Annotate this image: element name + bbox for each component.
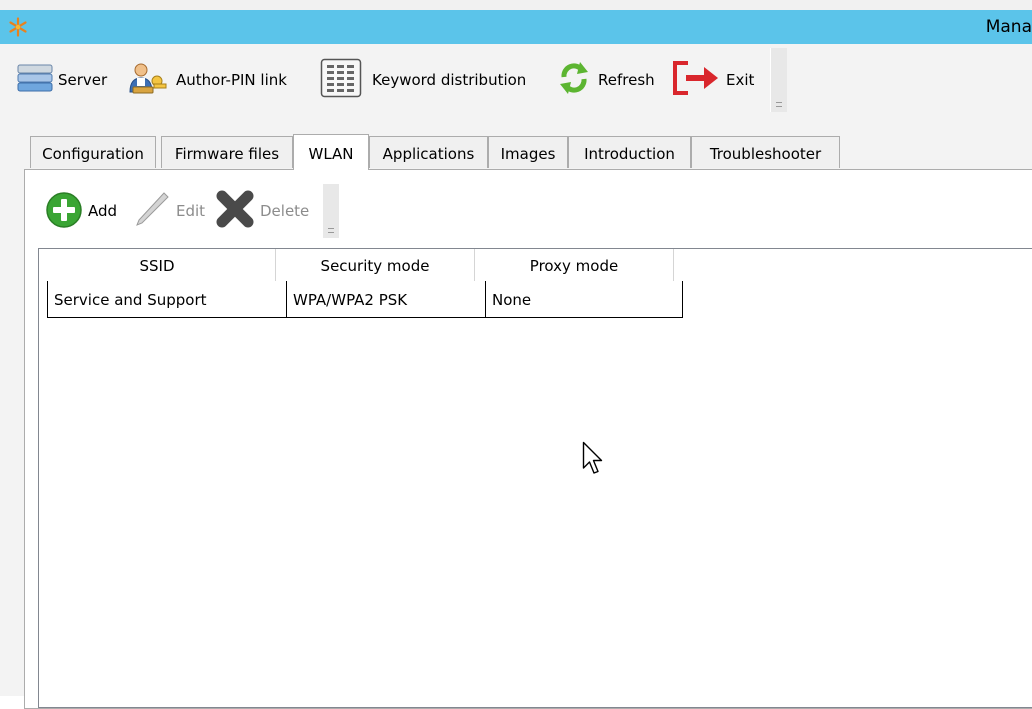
tab-introduction[interactable]: Introduction: [568, 136, 691, 168]
edit-label: Edit: [176, 202, 206, 220]
keyword-distribution-label: Keyword distribution: [372, 71, 527, 89]
delete-button[interactable]: Delete: [214, 190, 309, 232]
tab-firmware-files[interactable]: Firmware files: [161, 136, 293, 168]
title-bar[interactable]: Mana: [0, 10, 1032, 44]
cell-proxy-mode: None: [492, 291, 532, 309]
refresh-button[interactable]: Refresh: [556, 61, 655, 99]
edit-button[interactable]: Edit: [132, 190, 205, 232]
tab-applications[interactable]: Applications: [369, 136, 488, 168]
plus-circle-icon: [44, 189, 84, 233]
toolbar-overflow-grip[interactable]: [770, 48, 787, 112]
window-top-strip: [0, 0, 1032, 10]
table-row[interactable]: Service and Support WPA/WPA2 PSK None: [47, 281, 683, 318]
keyword-distribution-button[interactable]: Keyword distribution: [320, 58, 527, 102]
refresh-label: Refresh: [598, 71, 655, 89]
tab-images[interactable]: Images: [488, 136, 568, 168]
author-pin-link-button[interactable]: Author-PIN link: [124, 61, 287, 99]
tab-configuration[interactable]: Configuration: [30, 136, 156, 168]
server-button[interactable]: Server: [16, 61, 107, 99]
pencil-icon: [132, 189, 172, 233]
server-label: Server: [58, 71, 108, 89]
wlan-table: SSID Security mode Proxy mode Service an…: [38, 248, 1032, 708]
x-mark-icon: [214, 188, 256, 234]
add-button[interactable]: Add: [44, 190, 117, 232]
cell-security-mode: WPA/WPA2 PSK: [293, 291, 408, 309]
window-title: Mana: [985, 17, 1032, 37]
exit-label: Exit: [726, 71, 755, 89]
grid-table-icon: [320, 58, 362, 102]
column-header-ssid[interactable]: SSID: [39, 249, 276, 281]
mouse-pointer-icon: [582, 441, 604, 481]
user-key-icon: [124, 60, 168, 100]
column-header-proxy-mode[interactable]: Proxy mode: [475, 249, 674, 281]
wlan-toolbar-overflow-grip[interactable]: [322, 184, 339, 238]
server-stack-icon: [16, 61, 54, 99]
tab-troubleshooter[interactable]: Troubleshooter: [691, 136, 840, 168]
main-toolbar: Server Author-PIN link Keyword distribut…: [0, 44, 1032, 116]
add-label: Add: [88, 202, 118, 220]
author-pin-link-label: Author-PIN link: [176, 71, 287, 89]
column-header-security-mode[interactable]: Security mode: [276, 249, 475, 281]
tab-wlan[interactable]: WLAN: [293, 134, 369, 170]
snowflake-asterisk-icon: [8, 17, 28, 37]
exit-arrow-icon: [672, 59, 722, 101]
refresh-arrows-icon: [556, 60, 592, 100]
exit-button[interactable]: Exit: [672, 61, 754, 99]
cell-ssid: Service and Support: [54, 291, 207, 309]
delete-label: Delete: [260, 202, 310, 220]
